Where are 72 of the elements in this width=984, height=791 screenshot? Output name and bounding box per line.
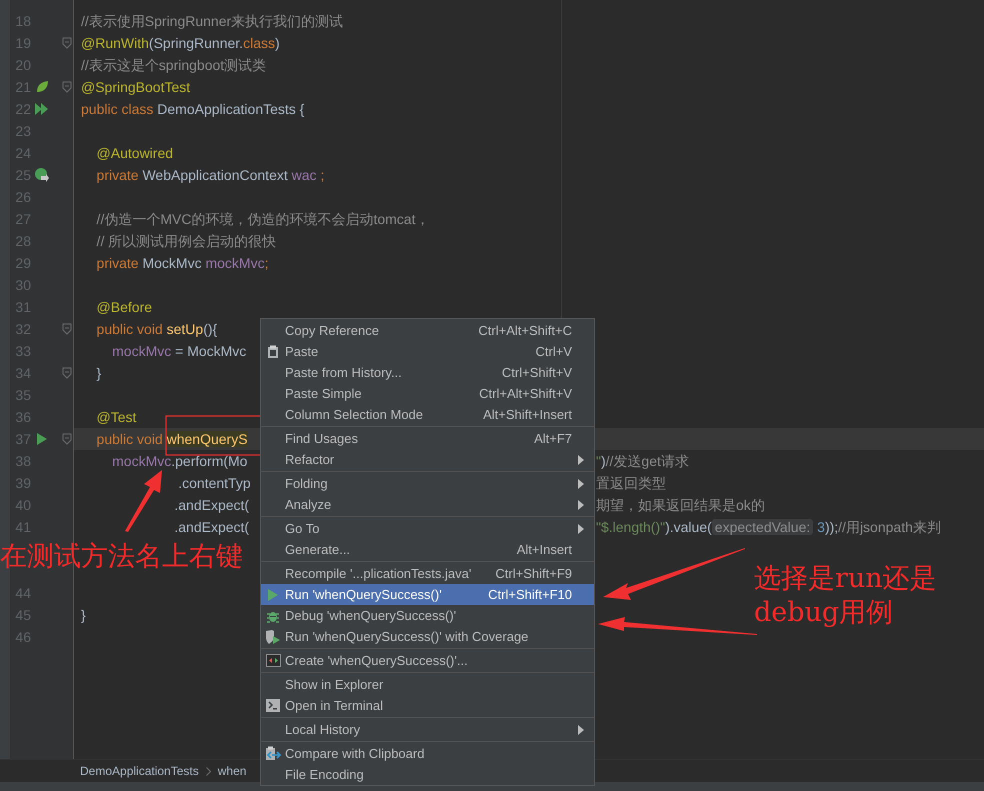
submenu-arrow-icon xyxy=(578,524,584,534)
fold-marker-icon[interactable] xyxy=(62,37,72,49)
menu-item[interactable]: Local History xyxy=(261,719,594,740)
fold-marker-icon[interactable] xyxy=(62,81,72,93)
code-line: .andExpect( xyxy=(173,518,250,536)
code-line: .andExpect( xyxy=(173,496,250,514)
annotation-text: 在测试方法名上右键 xyxy=(0,540,243,574)
code-line: // 所以测试用例会启动的很快 xyxy=(96,232,276,250)
code-line: @Before xyxy=(96,298,152,316)
clipboard-icon xyxy=(267,344,279,358)
menu-item[interactable]: Open in Terminal xyxy=(261,695,594,716)
arrow-drawing xyxy=(125,470,162,532)
code-line: public void setUp(){ xyxy=(96,320,218,338)
code-line: "$.length()").value( expectedValue: 3));//用jsonpath来判 xyxy=(596,518,941,536)
breadcrumb-item[interactable]: DemoApplicationTests xyxy=(80,764,199,778)
submenu-arrow-icon xyxy=(578,454,584,464)
menu-item[interactable]: Analyze xyxy=(261,494,594,515)
menu-item[interactable]: Run 'whenQuerySuccess()' with Coverage xyxy=(261,626,594,647)
annotation-text: 选择是run还是 debug用例 xyxy=(754,562,937,630)
code-line: public void whenQueryS xyxy=(96,430,248,448)
menu-item[interactable]: Paste Simple Ctrl+Alt+Shift+V xyxy=(261,383,594,404)
code-line: private WebApplicationContext wac ; xyxy=(96,166,324,184)
code-line: mockMvc = MockMvc xyxy=(111,342,246,360)
code-line: } xyxy=(96,364,102,382)
menu-item[interactable]: Refactor xyxy=(261,449,594,470)
menu-item[interactable]: Column Selection Mode Alt+Shift+Insert xyxy=(261,404,594,425)
compare-clipboard-icon xyxy=(265,746,281,762)
menu-item[interactable]: Compare with Clipboard xyxy=(261,743,594,764)
menu-item[interactable]: Find Usages Alt+F7 xyxy=(261,428,594,449)
code-line: //伪造一个MVC的环境，伪造的环境不会启动tomcat， xyxy=(96,210,430,228)
menu-item[interactable]: Show in Explorer xyxy=(261,674,594,695)
breadcrumb-item[interactable]: when xyxy=(218,764,246,778)
code-line: ")//发送get请求 xyxy=(596,452,689,470)
code-line: } xyxy=(81,606,86,624)
menu-item[interactable]: Recompile '...plicationTests.java' Ctrl+Shift+F9 xyxy=(261,563,594,584)
fold-marker-icon[interactable] xyxy=(62,367,72,379)
code-line: @RunWith(SpringRunner.class) xyxy=(81,34,280,52)
menu-item[interactable]: Paste Ctrl+V xyxy=(261,341,594,362)
run-icon[interactable] xyxy=(36,432,48,446)
menu-item[interactable]: File Encoding xyxy=(261,764,594,785)
menu-item[interactable]: Folding xyxy=(261,473,594,494)
fold-marker-icon[interactable] xyxy=(62,323,72,335)
menu-item[interactable]: Debug 'whenQuerySuccess()' xyxy=(261,605,594,626)
code-line: //表示使用SpringRunner来执行我们的测试 xyxy=(81,12,344,30)
code-line: public class DemoApplicationTests { xyxy=(81,100,304,118)
chevron-right-icon xyxy=(206,766,211,776)
submenu-arrow-icon xyxy=(578,724,584,734)
code-line: .contentTyp xyxy=(177,474,251,492)
create-configuration-icon xyxy=(266,654,280,667)
menu-item[interactable]: Run 'whenQuerySuccess()' Ctrl+Shift+F10 xyxy=(261,584,594,605)
code-line: mockMvc.perform(Mo xyxy=(111,452,248,470)
code-line: @Autowired xyxy=(96,144,174,162)
menu-item[interactable]: Paste from History... Ctrl+Shift+V xyxy=(261,362,594,383)
submenu-arrow-icon xyxy=(578,478,584,488)
bean-navigation-icon[interactable] xyxy=(34,167,50,183)
menu-item[interactable]: Go To xyxy=(261,518,594,539)
run-all-icon[interactable] xyxy=(34,102,50,116)
menu-item[interactable]: Create 'whenQuerySuccess()'... xyxy=(261,650,594,671)
code-line: @SpringBootTest xyxy=(81,78,190,96)
code-line: @Test xyxy=(96,408,136,426)
code-line: //表示这是个springboot测试类 xyxy=(81,56,266,74)
menu-item[interactable]: Copy Reference Ctrl+Alt+Shift+C xyxy=(261,320,594,341)
code-line: 置返回类型 xyxy=(596,474,666,492)
fold-marker-icon[interactable] xyxy=(62,433,72,445)
terminal-icon xyxy=(266,699,280,712)
menu-item[interactable]: Generate... Alt+Insert xyxy=(261,539,594,560)
code-line: 期望，如果返回结果是ok的 xyxy=(596,496,765,514)
code-line: private MockMvc mockMvc; xyxy=(96,254,268,272)
coverage-run-icon xyxy=(265,628,281,644)
submenu-arrow-icon xyxy=(578,500,584,510)
run-icon xyxy=(267,588,279,602)
leaf-icon xyxy=(35,80,49,94)
